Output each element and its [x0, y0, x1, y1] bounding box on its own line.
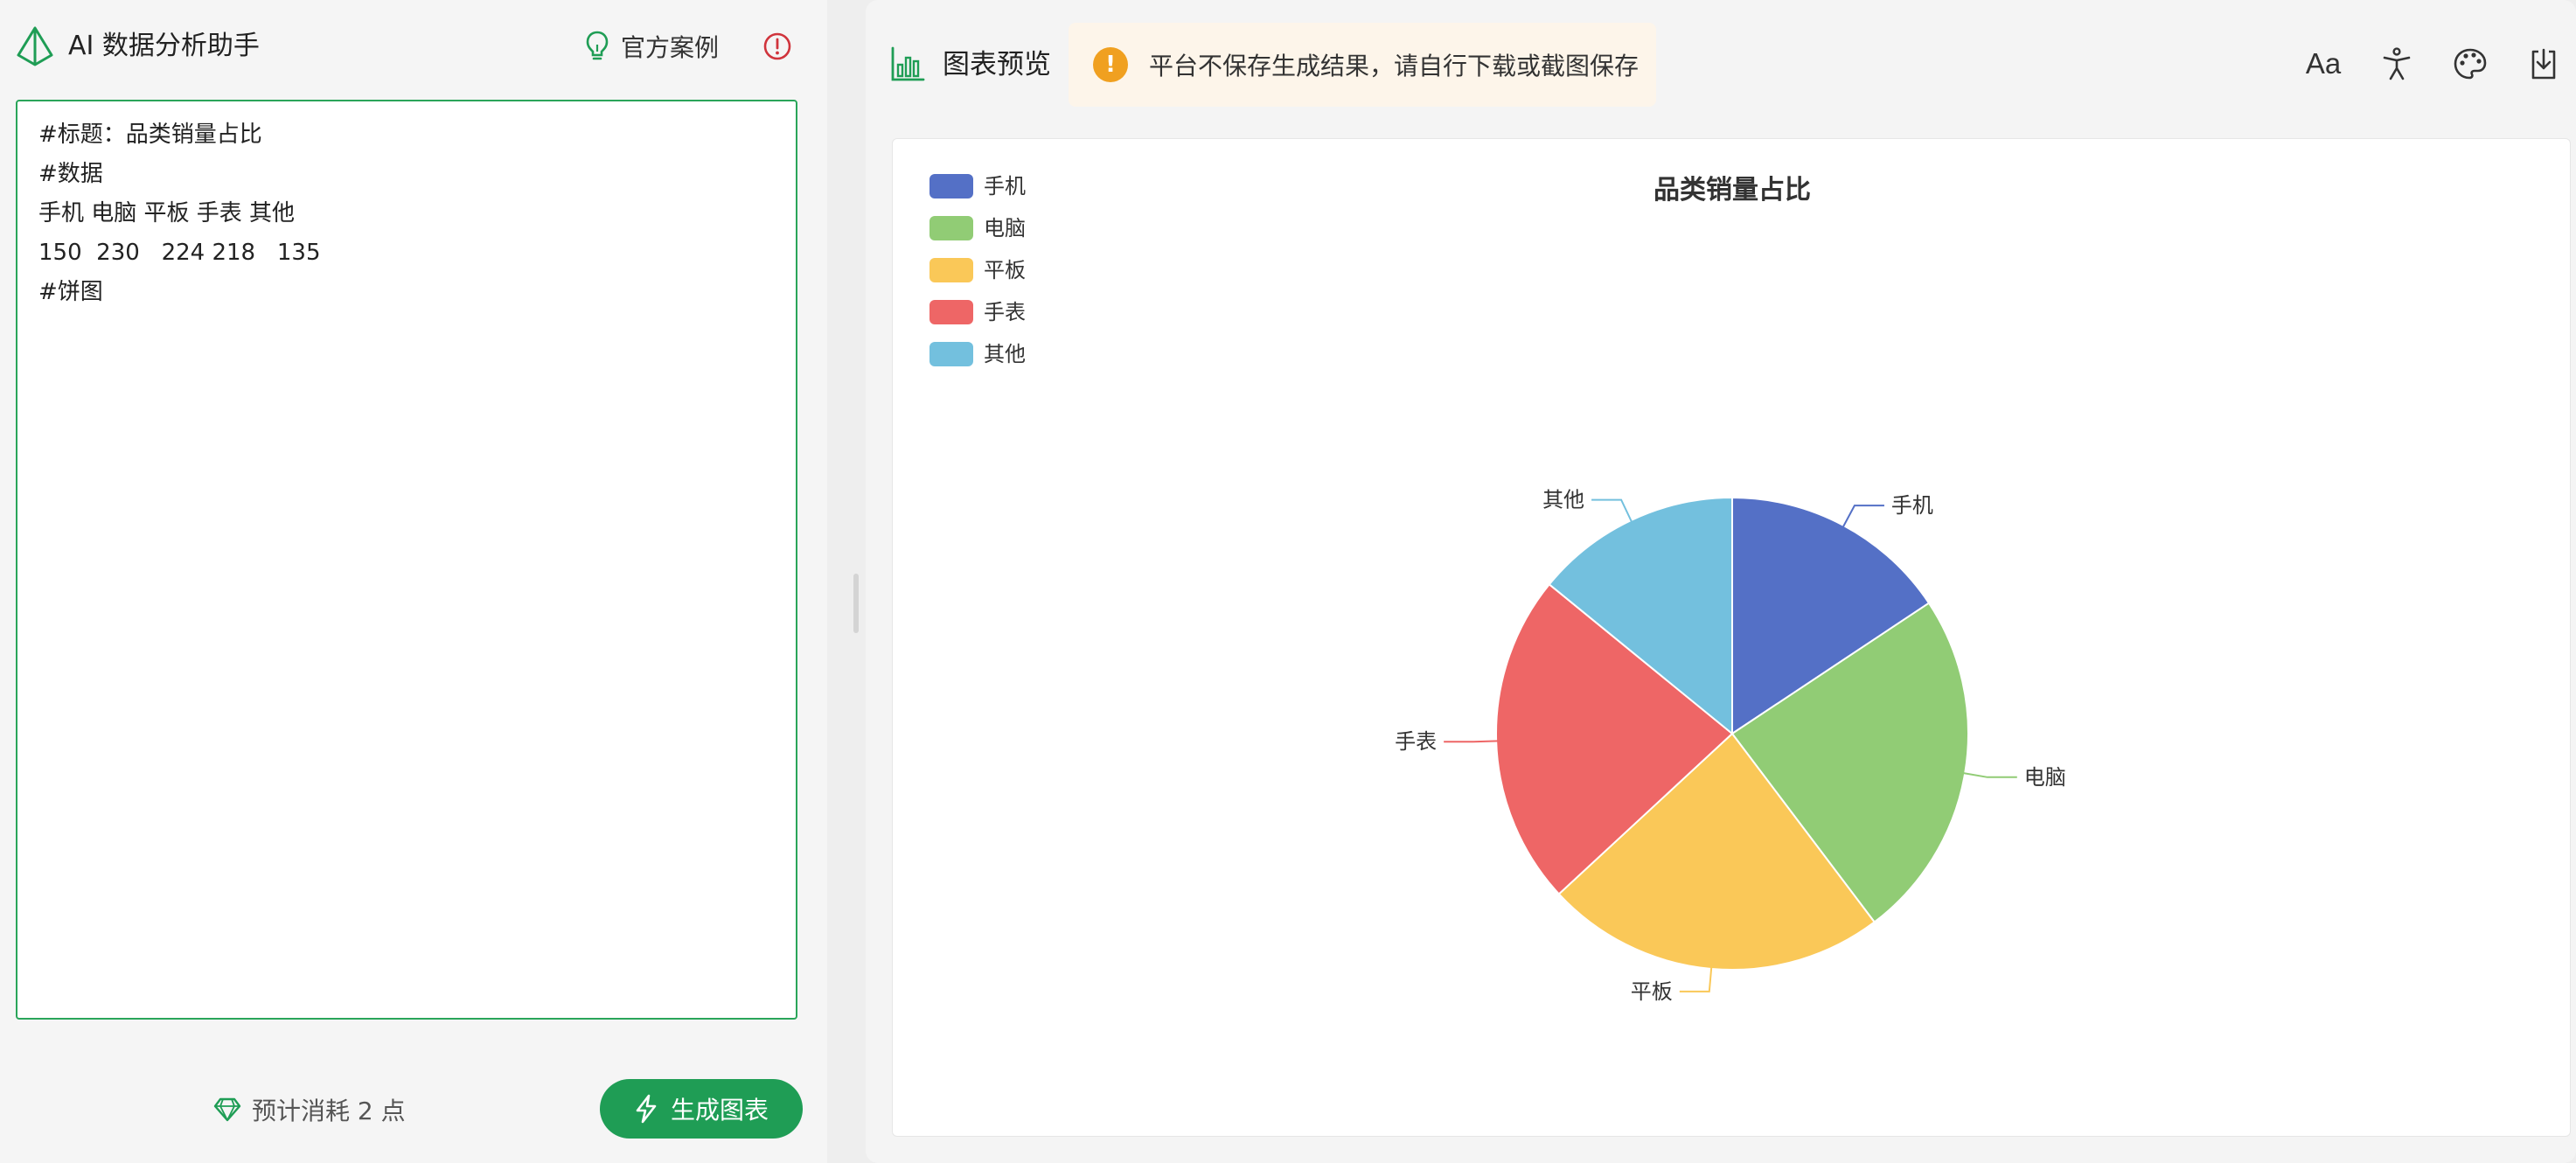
examples-link[interactable]: 官方案例 [584, 26, 719, 66]
save-notice: ! 平台不保存生成结果，请自行下载或截图保存 [1069, 23, 1656, 107]
bar-chart-icon [891, 46, 925, 81]
editor-line: #饼图 [38, 279, 103, 305]
pyramid-logo-icon [16, 26, 54, 66]
generate-chart-button[interactable]: 生成图表 [600, 1079, 803, 1139]
slice-label: 手机 [1891, 493, 1933, 518]
slice-label: 手表 [1395, 729, 1437, 754]
cost-label: 预计消耗 2 点 [252, 1097, 406, 1125]
font-button[interactable]: Aa [2303, 44, 2343, 84]
palette-icon [2454, 48, 2487, 80]
info-button[interactable] [762, 31, 792, 61]
accessibility-person-icon [2383, 47, 2411, 80]
slice-label: 其他 [1542, 488, 1584, 512]
slice-label: 平板 [1631, 979, 1673, 1004]
generate-chart-label: 生成图表 [670, 1096, 769, 1125]
legend-label[interactable]: 平板 [984, 258, 1026, 282]
input-panel: AI 数据分析助手 官方案例 #标题：品类销量占比 #数据 手机 电脑 平板 手… [0, 0, 827, 1163]
slice-label: 电脑 [2024, 765, 2066, 790]
cost-estimate: 预计消耗 2 点 [213, 1090, 406, 1130]
legend-label[interactable]: 其他 [984, 342, 1026, 366]
diamond-icon [213, 1097, 241, 1122]
download-button[interactable] [2524, 44, 2564, 84]
save-notice-text: 平台不保存生成结果，请自行下载或截图保存 [1149, 52, 1640, 80]
download-icon [2531, 48, 2556, 80]
panel-resize-handle[interactable] [853, 574, 859, 633]
legend-swatch[interactable] [929, 258, 973, 282]
chart-card: 品类销量占比 手机 电脑 平板 手表 其他 手机 电脑 平板 手表 其他 [892, 138, 2571, 1137]
app-header: AI 数据分析助手 官方案例 [0, 0, 827, 93]
legend-swatch[interactable] [929, 300, 973, 324]
legend-swatch[interactable] [929, 216, 973, 240]
lightbulb-icon [586, 31, 609, 60]
legend-label[interactable]: 手表 [984, 300, 1026, 324]
legend-label[interactable]: 手机 [984, 174, 1026, 198]
label-leader-line [1444, 740, 1502, 743]
editor-line: 手机 电脑 平板 手表 其他 [38, 200, 296, 226]
chart-title: 品类销量占比 [1654, 175, 1811, 205]
label-leader-line [1960, 771, 2017, 778]
label-leader-line [1591, 498, 1634, 526]
legend-swatch[interactable] [929, 342, 973, 366]
examples-label: 官方案例 [621, 33, 720, 62]
legend-label[interactable]: 电脑 [984, 216, 1026, 240]
pie-chart: 品类销量占比 手机电脑平板手表其他手机电脑平板手表其他 [929, 174, 2066, 1004]
alert-circle-icon [763, 32, 791, 60]
exclamation-icon: ! [1093, 47, 1128, 82]
preview-title: 图表预览 [943, 49, 1051, 80]
app-title: AI 数据分析助手 [68, 31, 260, 61]
accessibility-button[interactable] [2377, 44, 2417, 84]
editor-line: 150 230 224 218 135 [38, 240, 321, 266]
legend-swatch[interactable] [929, 174, 973, 198]
lightning-icon [636, 1094, 657, 1124]
editor-line: #数据 [38, 161, 103, 187]
data-editor[interactable]: #标题：品类销量占比 #数据 手机 电脑 平板 手表 其他 150 230 22… [16, 100, 797, 1020]
editor-line: #标题：品类销量占比 [38, 122, 262, 148]
theme-button[interactable] [2450, 44, 2490, 84]
label-leader-line [1840, 505, 1884, 531]
